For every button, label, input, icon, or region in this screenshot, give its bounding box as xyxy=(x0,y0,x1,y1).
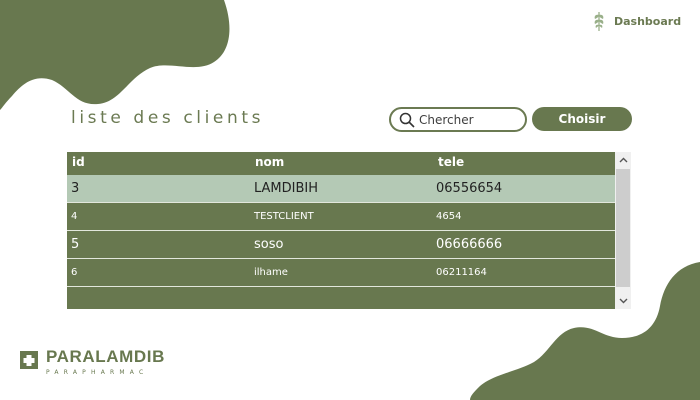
table-row[interactable]: 6 ilhame 06211164 xyxy=(67,259,615,287)
cell-tele: 06556654 xyxy=(436,181,503,196)
cell-nom: ilhame xyxy=(254,267,288,278)
cell-nom: soso xyxy=(254,237,284,252)
table-row[interactable]: 3 LAMDIBIH 06556654 xyxy=(67,175,615,203)
table-row[interactable]: 5 soso 06666666 xyxy=(67,231,615,259)
search-field[interactable] xyxy=(389,107,527,132)
cell-nom: TESTCLIENT xyxy=(254,211,314,222)
cell-tele: 4654 xyxy=(436,211,462,222)
dashboard-label: Dashboard xyxy=(614,14,682,28)
medical-cross-icon xyxy=(20,351,38,369)
scroll-up-button[interactable] xyxy=(615,152,631,168)
table-header: id nom tele xyxy=(67,152,615,172)
search-icon xyxy=(399,112,415,128)
table-row[interactable]: 4 TESTCLIENT 4654 xyxy=(67,203,615,231)
cell-nom: LAMDIBIH xyxy=(254,181,319,196)
header-tele[interactable]: tele xyxy=(438,152,464,172)
cell-tele: 06211164 xyxy=(436,267,487,278)
choose-button[interactable]: Choisir xyxy=(532,107,632,131)
logo-name: PARALAMDIB xyxy=(46,347,166,366)
chevron-down-icon xyxy=(619,298,627,304)
decorative-blob-top-left xyxy=(0,0,230,110)
brand-logo: PARALAMDIB PARAPHARMAC xyxy=(16,347,165,376)
leaf-icon xyxy=(594,12,604,31)
logo-subtitle: PARAPHARMAC xyxy=(46,369,149,376)
cell-id: 3 xyxy=(71,181,80,196)
cell-tele: 06666666 xyxy=(436,237,503,252)
header-id[interactable]: id xyxy=(72,152,85,172)
page-title: liste des clients xyxy=(71,108,265,128)
search-input[interactable] xyxy=(419,112,519,127)
cell-id: 5 xyxy=(71,237,80,252)
vertical-scrollbar[interactable] xyxy=(615,152,631,309)
header-nom[interactable]: nom xyxy=(255,152,284,172)
dashboard-link[interactable]: Dashboard xyxy=(592,10,681,32)
cell-id: 4 xyxy=(71,211,78,222)
cell-id: 6 xyxy=(71,267,78,278)
clients-table[interactable]: id nom tele 3 LAMDIBIH 06556654 4 TESTCL… xyxy=(67,152,631,309)
chevron-up-icon xyxy=(619,157,627,163)
scrollbar-thumb[interactable] xyxy=(616,169,630,287)
scroll-down-button[interactable] xyxy=(615,293,631,309)
table-body: id nom tele 3 LAMDIBIH 06556654 4 TESTCL… xyxy=(67,152,615,309)
